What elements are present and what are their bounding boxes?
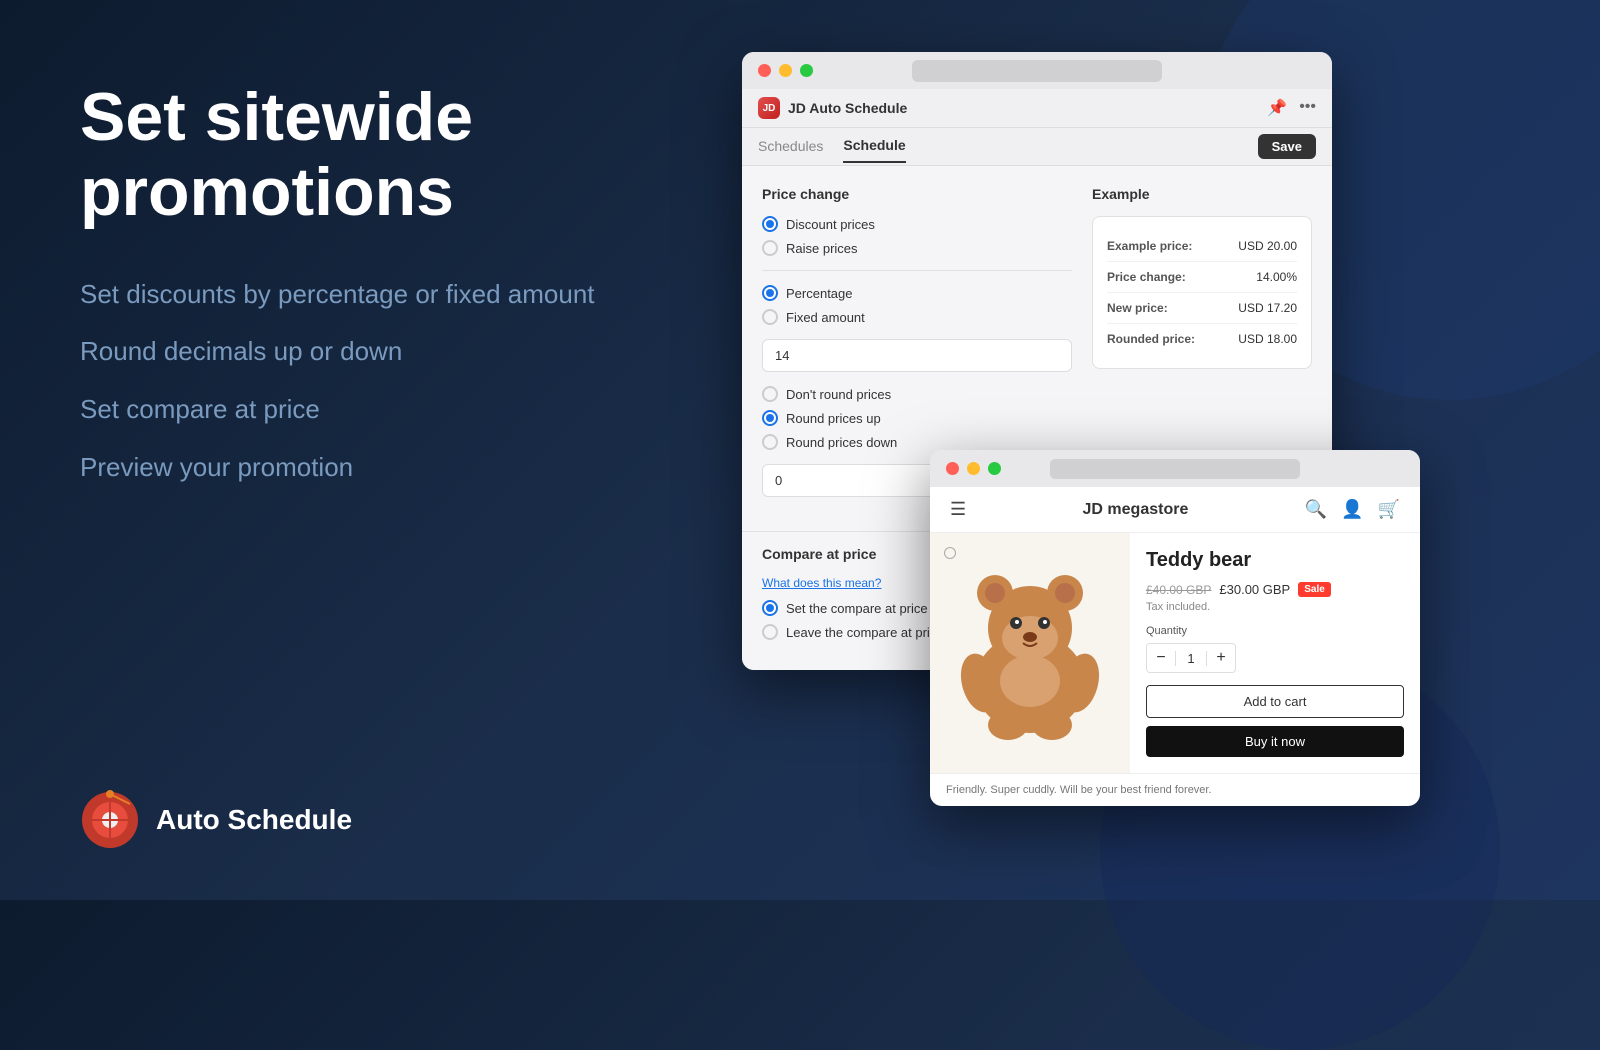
example-value-2: USD 17.20 xyxy=(1238,301,1297,315)
teddy-bear-image xyxy=(950,563,1110,743)
product-minimize-button[interactable] xyxy=(967,462,980,475)
cart-icon[interactable]: 🛒 xyxy=(1378,499,1400,520)
left-section: Set sitewide promotions Set discounts by… xyxy=(80,80,700,509)
example-value-0: USD 20.00 xyxy=(1238,239,1297,253)
maximize-button[interactable] xyxy=(800,64,813,77)
radio-round-up[interactable]: Round prices up xyxy=(762,410,1072,426)
product-description: Friendly. Super cuddly. Will be your bes… xyxy=(930,773,1420,806)
example-value-3: USD 18.00 xyxy=(1238,332,1297,346)
minimize-button[interactable] xyxy=(779,64,792,77)
address-bar xyxy=(912,60,1162,82)
percentage-fixed-group: Percentage Fixed amount xyxy=(762,285,1072,325)
radio-dont-round-indicator xyxy=(762,386,778,402)
example-label-2: New price: xyxy=(1107,301,1168,315)
feature-item-2: Round decimals up or down xyxy=(80,335,700,369)
pin-icon[interactable]: 📌 xyxy=(1267,98,1287,118)
app-title: JD Auto Schedule xyxy=(788,100,907,116)
radio-round-down-indicator xyxy=(762,434,778,450)
radio-discount-indicator xyxy=(762,216,778,232)
radio-set-compare-indicator xyxy=(762,600,778,616)
radio-discount-prices[interactable]: Discount prices xyxy=(762,216,1072,232)
example-row-0: Example price: USD 20.00 xyxy=(1107,231,1297,262)
new-price: £30.00 GBP xyxy=(1219,582,1290,597)
radio-dont-round[interactable]: Don't round prices xyxy=(762,386,1072,402)
feature-item-1: Set discounts by percentage or fixed amo… xyxy=(80,278,700,312)
store-name: JD megastore xyxy=(1083,501,1189,519)
image-indicator xyxy=(944,547,956,559)
example-value-1: 14.00% xyxy=(1256,270,1297,284)
sale-badge: Sale xyxy=(1298,582,1331,597)
hamburger-icon[interactable]: ☰ xyxy=(950,499,966,520)
original-price: £40.00 GBP xyxy=(1146,583,1211,597)
radio-leave-compare-indicator xyxy=(762,624,778,640)
radio-round-up-indicator xyxy=(762,410,778,426)
feature-item-3: Set compare at price xyxy=(80,393,700,427)
app-bar-icons: 📌 ••• xyxy=(1267,98,1316,118)
discount-raise-group: Discount prices Raise prices xyxy=(762,216,1072,256)
radio-round-down[interactable]: Round prices down xyxy=(762,434,1072,450)
quantity-decrease-button[interactable]: − xyxy=(1147,644,1175,672)
rounding-group: Don't round prices Round prices up Round… xyxy=(762,386,1072,450)
radio-percentage[interactable]: Percentage xyxy=(762,285,1072,301)
quantity-value: 1 xyxy=(1175,651,1207,666)
product-window-titlebar xyxy=(930,450,1420,487)
save-button[interactable]: Save xyxy=(1258,134,1316,159)
separator-1 xyxy=(762,270,1072,271)
price-change-title: Price change xyxy=(762,186,1072,202)
tab-schedule[interactable]: Schedule xyxy=(843,137,905,163)
product-navbar: ☰ JD megastore 🔍 👤 🛒 xyxy=(930,487,1420,533)
tab-schedules[interactable]: Schedules xyxy=(758,138,823,162)
product-close-button[interactable] xyxy=(946,462,959,475)
product-window: ☰ JD megastore 🔍 👤 🛒 xyxy=(930,450,1420,806)
main-window-titlebar xyxy=(742,52,1332,89)
feature-list: Set discounts by percentage or fixed amo… xyxy=(80,278,700,485)
radio-raise-prices[interactable]: Raise prices xyxy=(762,240,1072,256)
example-title: Example xyxy=(1092,186,1312,202)
nav-tabs: Schedules Schedule Save xyxy=(742,128,1332,166)
product-image-area xyxy=(930,533,1130,773)
tax-note: Tax included. xyxy=(1146,601,1404,613)
logo-text: Auto Schedule xyxy=(156,804,352,836)
product-name: Teddy bear xyxy=(1146,549,1404,572)
example-row-2: New price: USD 17.20 xyxy=(1107,293,1297,324)
example-row-1: Price change: 14.00% xyxy=(1107,262,1297,293)
quantity-increase-button[interactable]: + xyxy=(1207,644,1235,672)
close-button[interactable] xyxy=(758,64,771,77)
example-row-3: Rounded price: USD 18.00 xyxy=(1107,324,1297,354)
account-icon[interactable]: 👤 xyxy=(1341,499,1363,520)
product-content: Teddy bear £40.00 GBP £30.00 GBP Sale Ta… xyxy=(930,533,1420,773)
app-icon-title: JD JD Auto Schedule xyxy=(758,97,907,119)
example-label-0: Example price: xyxy=(1107,239,1192,253)
example-panel: Example price: USD 20.00 Price change: 1… xyxy=(1092,216,1312,369)
feature-item-4: Preview your promotion xyxy=(80,451,700,485)
app-icon: JD xyxy=(758,97,780,119)
example-label-1: Price change: xyxy=(1107,270,1186,284)
product-address-bar xyxy=(1050,459,1300,479)
buy-now-button[interactable]: Buy it now xyxy=(1146,726,1404,757)
product-details: Teddy bear £40.00 GBP £30.00 GBP Sale Ta… xyxy=(1130,533,1420,773)
radio-fixed-amount[interactable]: Fixed amount xyxy=(762,309,1072,325)
product-nav-icons: 🔍 👤 🛒 xyxy=(1305,499,1400,520)
main-title: Set sitewide promotions xyxy=(80,80,700,230)
search-icon[interactable]: 🔍 xyxy=(1305,499,1327,520)
radio-percentage-indicator xyxy=(762,285,778,301)
add-to-cart-button[interactable]: Add to cart xyxy=(1146,685,1404,718)
quantity-label: Quantity xyxy=(1146,625,1404,637)
example-label-3: Rounded price: xyxy=(1107,332,1195,346)
nav-tabs-left: Schedules Schedule xyxy=(758,137,906,163)
price-row: £40.00 GBP £30.00 GBP Sale xyxy=(1146,582,1404,597)
product-maximize-button[interactable] xyxy=(988,462,1001,475)
quantity-control: − 1 + xyxy=(1146,643,1236,673)
app-bar: JD JD Auto Schedule 📌 ••• xyxy=(742,89,1332,128)
radio-raise-indicator xyxy=(762,240,778,256)
logo-area: Auto Schedule xyxy=(80,790,352,850)
amount-input[interactable] xyxy=(762,339,1072,372)
radio-fixed-indicator xyxy=(762,309,778,325)
more-icon[interactable]: ••• xyxy=(1299,98,1316,118)
logo-icon xyxy=(80,790,140,850)
